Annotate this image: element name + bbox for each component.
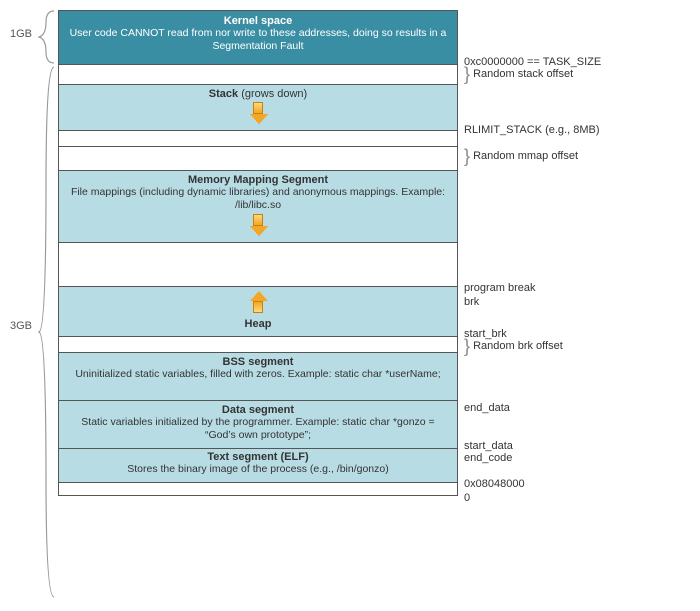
arrow-down-icon [250, 212, 266, 236]
lbl-start-data: start_data [464, 440, 513, 452]
segment-text: Text segment (ELF) Stores the binary ima… [58, 448, 458, 482]
arrow-up-icon [250, 289, 266, 313]
segment-mmap: Memory Mapping Segment File mappings (in… [58, 170, 458, 242]
brace-3gb [38, 66, 56, 598]
segment-zero [58, 482, 458, 496]
data-title: Data segment [59, 404, 457, 416]
memory-layout-diagram: 1GB 3GB Kernel space User code CANNOT re… [10, 10, 690, 496]
segment-gap-middle [58, 242, 458, 286]
mmap-title: Memory Mapping Segment [59, 174, 457, 186]
lbl-mmap-offset: Random mmap offset [473, 150, 578, 162]
right-label-column: 0xc0000000 == TASK_SIZE } Random stack o… [458, 10, 690, 496]
heap-title: Heap [59, 318, 457, 330]
size-1gb: 1GB [10, 28, 32, 40]
mmap-desc: File mappings (including dynamic librari… [59, 186, 457, 212]
bss-title: BSS segment [59, 356, 457, 368]
segment-rlimit-gap [58, 130, 458, 146]
segment-heap: Heap [58, 286, 458, 336]
lbl-end-code: end_code [464, 452, 512, 464]
kernel-desc: User code CANNOT read from nor write to … [59, 27, 457, 53]
text-desc: Stores the binary image of the process (… [59, 463, 457, 476]
data-desc: Static variables initialized by the prog… [59, 416, 457, 442]
lbl-program-break: program break [464, 282, 536, 294]
segment-mmap-offset [58, 146, 458, 170]
addr-task-size: 0xc0000000 == TASK_SIZE [464, 56, 601, 68]
lbl-zero: 0 [464, 492, 470, 504]
stack-title: Stack [209, 88, 238, 100]
lbl-start-brk: start_brk [464, 328, 507, 340]
bss-desc: Uninitialized static variables, filled w… [59, 368, 457, 381]
segment-stack: Stack (grows down) [58, 84, 458, 130]
kernel-title: Kernel space [59, 15, 457, 27]
left-size-column: 1GB 3GB [10, 10, 58, 496]
segment-data: Data segment Static variables initialize… [58, 400, 458, 448]
segment-kernel: Kernel space User code CANNOT read from … [58, 10, 458, 64]
lbl-brk: brk [464, 296, 479, 308]
segment-column: Kernel space User code CANNOT read from … [58, 10, 458, 496]
arrow-down-icon [250, 100, 266, 124]
text-title: Text segment (ELF) [59, 451, 457, 463]
size-3gb: 3GB [10, 320, 32, 332]
lbl-end-data: end_data [464, 402, 510, 414]
lbl-text-addr: 0x08048000 [464, 478, 525, 490]
lbl-stack-offset: Random stack offset [473, 68, 573, 80]
lbl-brk-offset: Random brk offset [473, 340, 563, 352]
segment-bss: BSS segment Uninitialized static variabl… [58, 352, 458, 400]
brace-1gb [38, 10, 56, 64]
lbl-rlimit: RLIMIT_STACK (e.g., 8MB) [464, 124, 600, 136]
stack-suffix: (grows down) [241, 88, 307, 100]
segment-brk-offset [58, 336, 458, 352]
segment-stack-offset [58, 64, 458, 84]
